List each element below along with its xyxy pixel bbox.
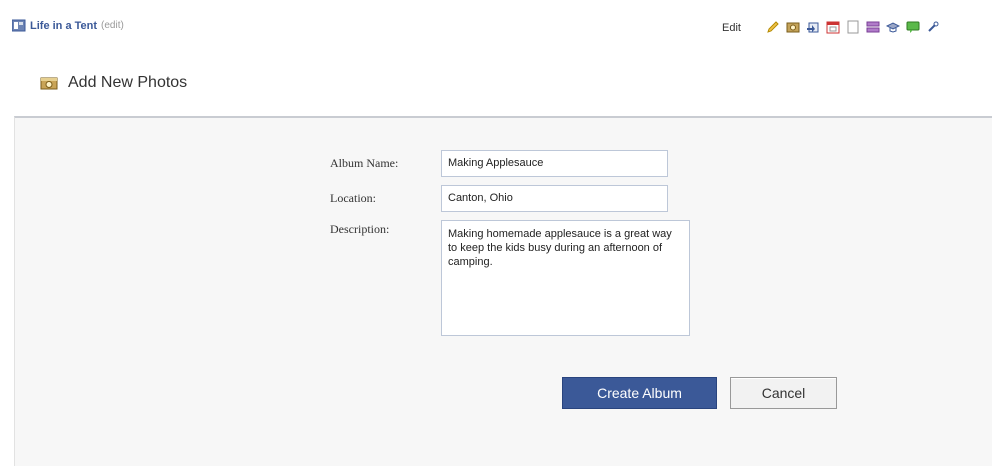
pencil-icon[interactable] [766,20,780,34]
list-icon[interactable] [866,20,880,34]
album-name-input[interactable]: Making Applesauce [441,150,668,177]
calendar-icon[interactable] [826,20,840,34]
gift-icon[interactable] [885,20,901,34]
section-header: Add New Photos [40,74,187,92]
page-icon [11,19,26,32]
location-label: Location: [330,191,376,205]
camera-icon [40,76,58,90]
page-name[interactable]: Life in a Tent [30,20,97,32]
page-edit-link[interactable]: (edit) [101,20,124,31]
description-label: Description: [330,222,390,236]
description-textarea[interactable]: Making homemade applesauce is a great wa… [441,220,690,336]
location-input[interactable]: Canton, Ohio [441,185,668,212]
page-title: Add New Photos [68,74,188,91]
photo-icon[interactable] [786,20,800,34]
page-link[interactable]: Life in a Tent (edit) [11,19,124,32]
edit-label: Edit [722,22,741,34]
album-form-panel: Album Name: Making Applesauce Location: … [14,116,992,466]
top-bar: Life in a Tent (edit) Edit [0,0,992,60]
create-album-button[interactable]: Create Album [562,377,717,409]
share-icon[interactable] [806,20,820,34]
cancel-button[interactable]: Cancel [730,377,837,409]
toolbar-icons [766,20,940,34]
link-icon[interactable] [926,20,940,34]
chat-icon[interactable] [906,20,920,34]
note-icon[interactable] [846,20,860,34]
album-name-label: Album Name: [330,156,399,170]
